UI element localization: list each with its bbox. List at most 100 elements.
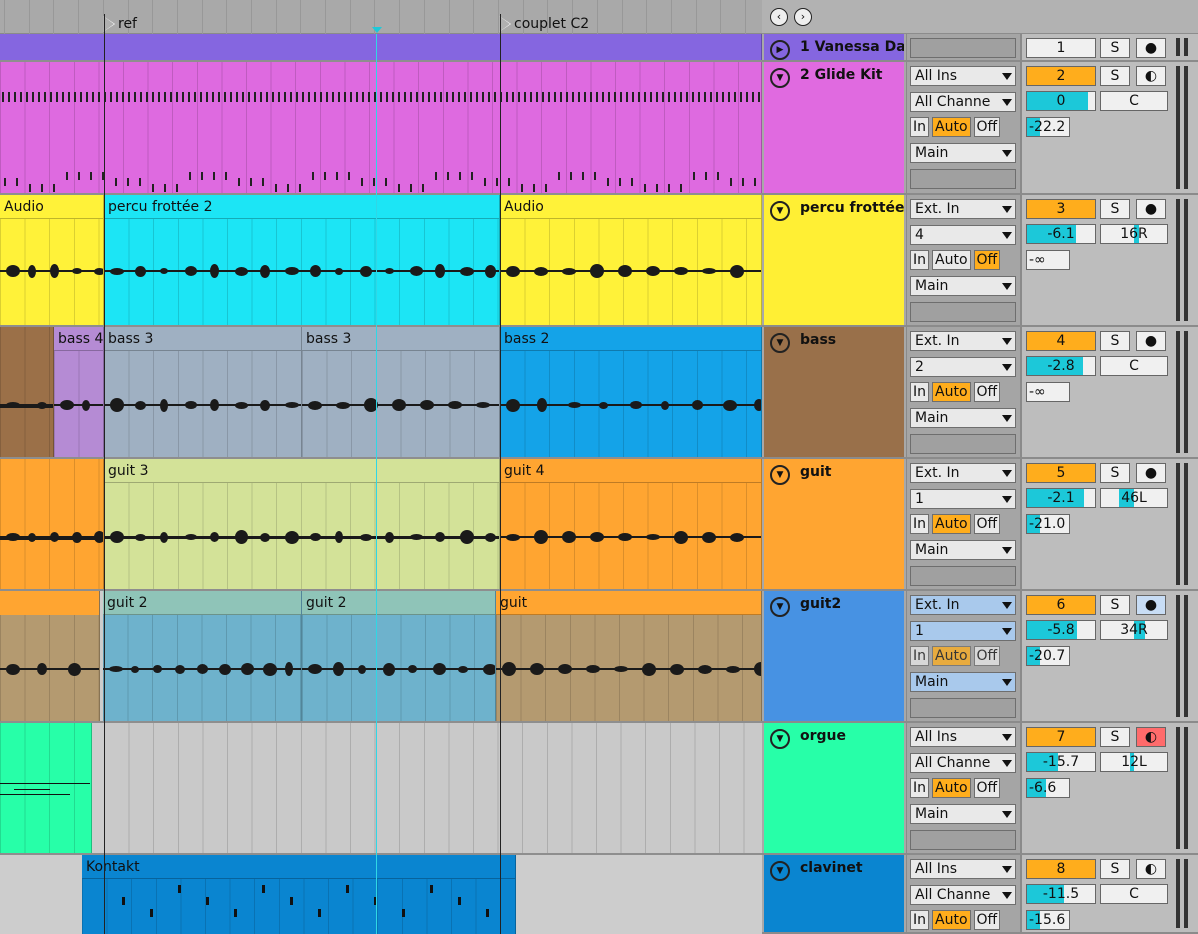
locator-couplet-c2[interactable]: couplet C2 bbox=[499, 14, 589, 34]
monitor-in-button[interactable]: In bbox=[910, 910, 930, 930]
track-activator-button[interactable]: 3 bbox=[1026, 199, 1096, 219]
send-slider[interactable]: -6.6 bbox=[1026, 778, 1070, 798]
monitor-in-button[interactable]: In bbox=[910, 646, 930, 666]
track-header-7[interactable]: ▼ orgue All Ins All Channe In Auto Off Main 7 S ◐ -… bbox=[762, 723, 1198, 855]
record-arm-button[interactable]: ◐ bbox=[1136, 859, 1166, 879]
track-header-3[interactable]: ▼ percu frottée Ext. In 4 In Auto Off Main 3 S ● -6… bbox=[762, 195, 1198, 327]
audio-clip[interactable] bbox=[0, 327, 54, 459]
audio-clip[interactable]: guit 2 bbox=[103, 591, 302, 723]
empty-lane-area[interactable] bbox=[104, 723, 762, 855]
input-channel-select[interactable]: 2 bbox=[910, 357, 1016, 377]
track-activator-button[interactable]: 8 bbox=[1026, 859, 1096, 879]
monitor-in-button[interactable]: In bbox=[910, 382, 930, 402]
audio-clip[interactable]: guit 2 bbox=[302, 591, 496, 723]
monitor-off-button[interactable]: Off bbox=[973, 646, 1001, 666]
track-lane-2[interactable] bbox=[0, 62, 762, 195]
record-arm-button[interactable]: ● bbox=[1136, 199, 1166, 219]
volume-slider[interactable]: -2.1 bbox=[1026, 488, 1096, 508]
audio-clip[interactable] bbox=[0, 591, 100, 723]
pan-knob[interactable]: C bbox=[1100, 884, 1168, 904]
solo-button[interactable]: S bbox=[1100, 38, 1130, 58]
pan-knob[interactable]: 16R bbox=[1100, 224, 1168, 244]
output-select[interactable]: Main bbox=[910, 143, 1016, 163]
track-name[interactable]: ▼ bass bbox=[764, 327, 904, 457]
monitor-in-button[interactable]: In bbox=[910, 778, 930, 798]
expand-icon[interactable]: ▶ bbox=[770, 40, 790, 60]
output-select[interactable]: Main bbox=[910, 804, 1016, 824]
monitor-auto-button[interactable]: Auto bbox=[932, 382, 971, 402]
send-slider[interactable]: -∞ bbox=[1026, 250, 1070, 270]
monitor-auto-button[interactable]: Auto bbox=[932, 514, 971, 534]
input-type-select[interactable]: All Ins bbox=[910, 66, 1016, 86]
collapse-icon[interactable]: ▼ bbox=[770, 729, 790, 749]
track-name[interactable]: ▼ guit2 bbox=[764, 591, 904, 721]
record-arm-button[interactable]: ● bbox=[1136, 331, 1166, 351]
input-channel-select[interactable]: 1 bbox=[910, 621, 1016, 641]
scroll-left-icon[interactable]: ‹ bbox=[770, 8, 788, 26]
solo-button[interactable]: S bbox=[1100, 331, 1130, 351]
track-lane-8[interactable]: Kontakt bbox=[0, 855, 762, 934]
collapse-icon[interactable]: ▼ bbox=[770, 597, 790, 617]
track-activator-button[interactable]: 7 bbox=[1026, 727, 1096, 747]
record-arm-button[interactable]: ● bbox=[1136, 463, 1166, 483]
monitor-auto-button[interactable]: Auto bbox=[932, 117, 971, 137]
locator-ref[interactable]: ref bbox=[103, 14, 137, 34]
audio-clip[interactable] bbox=[0, 459, 104, 591]
pan-knob[interactable]: 46L bbox=[1100, 488, 1168, 508]
track-name[interactable]: ▼ 2 Glide Kit bbox=[764, 62, 904, 193]
track-name[interactable]: ▼ clavinet bbox=[764, 855, 904, 932]
clip-track1[interactable] bbox=[0, 34, 762, 62]
input-channel-select[interactable]: 1 bbox=[910, 489, 1016, 509]
volume-slider[interactable]: -5.8 bbox=[1026, 620, 1096, 640]
input-type-select[interactable]: Ext. In bbox=[910, 463, 1016, 483]
send-slider[interactable]: -20.7 bbox=[1026, 646, 1070, 666]
send-slider[interactable]: -22.2 bbox=[1026, 117, 1070, 137]
monitor-off-button[interactable]: Off bbox=[973, 117, 1001, 137]
collapse-icon[interactable]: ▼ bbox=[770, 68, 790, 88]
pan-knob[interactable]: C bbox=[1100, 91, 1168, 111]
output-select[interactable]: Main bbox=[910, 276, 1016, 296]
send-slider[interactable]: -∞ bbox=[1026, 382, 1070, 402]
track-activator-button[interactable]: 4 bbox=[1026, 331, 1096, 351]
monitor-in-button[interactable]: In bbox=[910, 514, 930, 534]
scroll-right-icon[interactable]: › bbox=[794, 8, 812, 26]
audio-clip[interactable]: guit 3 bbox=[104, 459, 500, 591]
track-lane-7[interactable] bbox=[0, 723, 762, 855]
audio-clip[interactable]: Audio bbox=[0, 195, 104, 327]
track-name[interactable]: ▼ percu frottée bbox=[764, 195, 904, 325]
audio-clip[interactable]: bass 2 bbox=[500, 327, 762, 459]
input-channel-select[interactable]: All Channe bbox=[910, 885, 1016, 905]
input-channel-select[interactable]: All Channe bbox=[910, 92, 1016, 112]
pan-knob[interactable]: 34R bbox=[1100, 620, 1168, 640]
output-select[interactable]: Main bbox=[910, 408, 1016, 428]
volume-slider[interactable]: -6.1 bbox=[1026, 224, 1096, 244]
input-channel-select[interactable]: 4 bbox=[910, 225, 1016, 245]
track-activator-button[interactable]: 1 bbox=[1026, 38, 1096, 58]
solo-button[interactable]: S bbox=[1100, 727, 1130, 747]
track-activator-button[interactable]: 6 bbox=[1026, 595, 1096, 615]
record-arm-button[interactable]: ◐ bbox=[1136, 66, 1166, 86]
audio-clip[interactable]: guit 4 bbox=[500, 459, 762, 591]
track-lane-6[interactable]: guit 2 guit 2 guit bbox=[0, 591, 762, 723]
solo-button[interactable]: S bbox=[1100, 595, 1130, 615]
send-slider[interactable]: -21.0 bbox=[1026, 514, 1070, 534]
audio-clip[interactable]: percu frottée 2 bbox=[104, 195, 500, 327]
track-lane-5[interactable]: guit 3 guit 4 bbox=[0, 459, 762, 591]
monitor-auto-button[interactable]: Auto bbox=[932, 778, 971, 798]
audio-clip[interactable]: bass 3 bbox=[104, 327, 302, 459]
monitor-auto-button[interactable]: Auto bbox=[932, 910, 971, 930]
input-type-select[interactable]: All Ins bbox=[910, 727, 1016, 747]
track-header-2[interactable]: ▼ 2 Glide Kit All Ins All Channe In Auto Off Ma… bbox=[762, 62, 1198, 195]
output-select[interactable]: Main bbox=[910, 540, 1016, 560]
track-activator-button[interactable]: 5 bbox=[1026, 463, 1096, 483]
send-slider[interactable]: -15.6 bbox=[1026, 910, 1070, 930]
track-header-4[interactable]: ▼ bass Ext. In 2 In Auto Off Main 4 S ● -2.8 C -∞ bbox=[762, 327, 1198, 459]
track-name[interactable]: ▶ 1 Vanessa Da bbox=[764, 34, 904, 60]
monitor-auto-button[interactable]: Auto bbox=[932, 250, 971, 270]
audio-clip[interactable]: bass 3 bbox=[302, 327, 500, 459]
monitor-in-button[interactable]: In bbox=[910, 117, 930, 137]
record-arm-button[interactable]: ● bbox=[1136, 38, 1166, 58]
volume-slider[interactable]: -11.5 bbox=[1026, 884, 1096, 904]
solo-button[interactable]: S bbox=[1100, 199, 1130, 219]
track-header-8[interactable]: ▼ clavinet All Ins All Channe In Auto Off 8 S ◐ -1… bbox=[762, 855, 1198, 934]
